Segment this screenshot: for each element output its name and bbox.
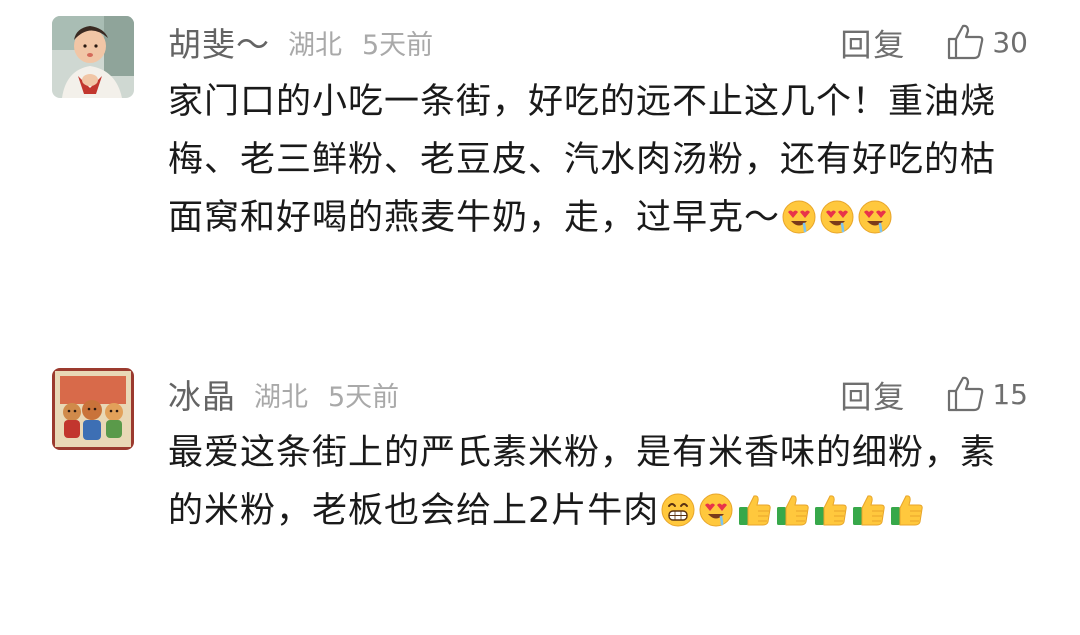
location-label: 湖北 (254, 381, 308, 413)
avatar-child-photo (52, 16, 134, 98)
thumbs-up-outline-icon (948, 24, 984, 60)
thumbs-up-emoji (888, 492, 924, 528)
heart-eyes-drool-emoji (819, 199, 855, 235)
reply-button[interactable]: 回复 (840, 20, 906, 65)
thumbs-up-emoji (774, 492, 810, 528)
comment-header: 胡斐～ 湖北 5天前 回复 30 (168, 16, 1028, 68)
username[interactable]: 冰晶 (168, 370, 236, 418)
comment-body: 最爱这条街上的严氏素米粉，是有米香味的细粉，素的米粉，老板也会给上2片牛肉 (168, 424, 1008, 540)
like-button[interactable]: 15 (946, 375, 1028, 413)
timestamp: 5天前 (328, 381, 400, 413)
avatar[interactable] (52, 16, 134, 98)
thumbs-up-emoji (850, 492, 886, 528)
reply-button[interactable]: 回复 (840, 372, 906, 417)
heart-eyes-drool-emoji (781, 199, 817, 235)
avatar-plush-toys-photo (52, 368, 134, 450)
like-count: 15 (992, 377, 1028, 411)
username[interactable]: 胡斐～ (168, 18, 270, 66)
avatar[interactable] (52, 368, 134, 450)
thumbs-up-outline-icon (948, 376, 984, 412)
timestamp: 5天前 (362, 29, 434, 61)
grin-emoji (660, 492, 696, 528)
heart-eyes-drool-emoji (698, 492, 734, 528)
thumbs-up-emoji (736, 492, 772, 528)
heart-eyes-drool-emoji (857, 199, 893, 235)
location-label: 湖北 (288, 29, 342, 61)
comment-header: 冰晶 湖北 5天前 回复 15 (168, 368, 1028, 420)
like-button[interactable]: 30 (946, 23, 1028, 61)
thumbs-up-emoji (812, 492, 848, 528)
comment-body: 家门口的小吃一条街，好吃的远不止这几个！重油烧梅、老三鲜粉、老豆皮、汽水肉汤粉，… (168, 73, 1008, 247)
like-count: 30 (992, 25, 1028, 59)
